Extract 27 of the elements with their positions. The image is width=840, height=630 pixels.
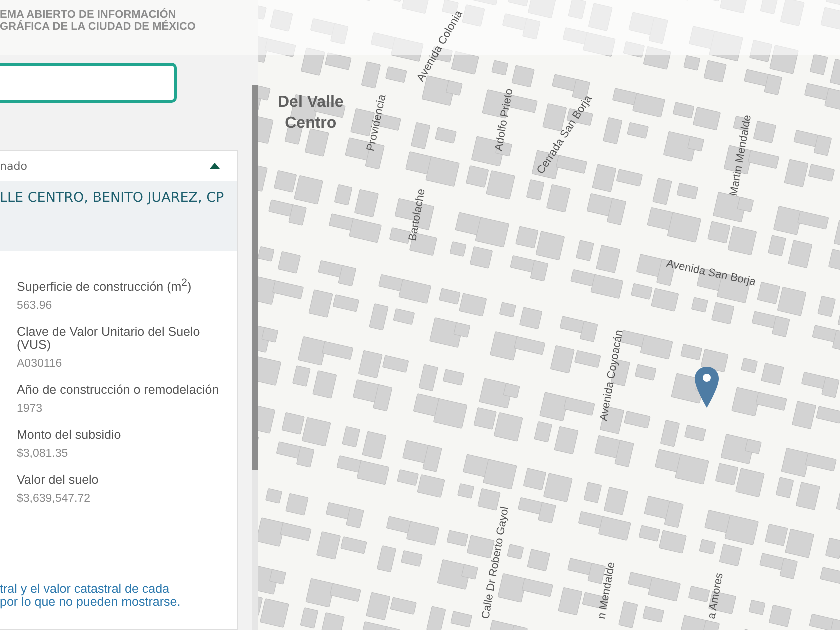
- scrollbar[interactable]: [252, 85, 258, 630]
- field-label: Año de construcción o remodelación: [17, 384, 220, 398]
- street-label: Adolfo Prieto: [493, 88, 516, 152]
- collapse-icon[interactable]: [209, 162, 221, 170]
- location-pin-icon[interactable]: [694, 366, 720, 410]
- search-field[interactable]: [0, 63, 177, 103]
- field-label: Superficie de construcción (m$^{2}$): [17, 277, 193, 294]
- neighborhood-label: Del Valle Centro: [278, 93, 344, 134]
- app-title: EMA ABIERTO DE INFORMACIÓN GRÁFICA DE LA CIUDAD DE MÉXICO: [0, 9, 197, 33]
- street-label: Bartolache: [407, 188, 428, 242]
- field-value: 1973: [17, 403, 44, 416]
- field-value: $3,639,547.72: [17, 493, 92, 506]
- street-label: n Mendalde: [596, 561, 618, 620]
- field-label: Valor del suelo: [17, 474, 100, 488]
- street-label: Martin Mendalde: [728, 114, 754, 198]
- street-label: Calle Dr Roberto Gayol: [480, 506, 512, 620]
- card-heading: nado: [0, 160, 28, 172]
- address-text: LLE CENTRO, BENITO JUAREZ, CP: [0, 190, 224, 206]
- note-text: tral y el valor catastral de cada por lo que no pueden mostrarse.: [0, 583, 181, 609]
- street-label: Avenida San Borja: [666, 258, 757, 289]
- field-value: 563.96: [17, 300, 54, 314]
- field-value: A030116: [17, 358, 64, 372]
- field-label: Clave de Valor Unitario del Suelo (VUS): [17, 326, 202, 352]
- field-label: Monto del subsidio: [17, 429, 122, 442]
- field-value: $3,081.35: [17, 448, 70, 462]
- street-label: Avenida Coyoacán: [598, 329, 626, 422]
- street-label: a Amores: [706, 572, 726, 620]
